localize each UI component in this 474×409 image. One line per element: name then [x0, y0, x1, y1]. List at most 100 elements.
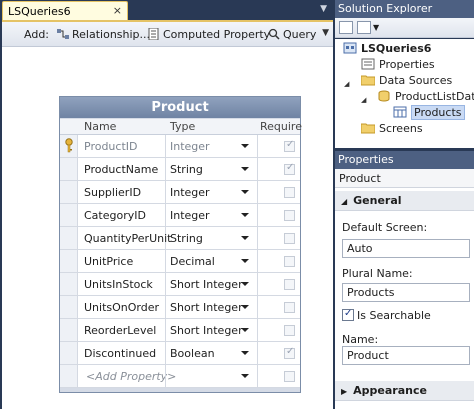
add-property-row[interactable]: <Add Property> — [60, 365, 300, 388]
required-checkbox[interactable] — [284, 302, 295, 313]
type-dropdown-icon[interactable] — [241, 236, 249, 240]
type-dropdown-icon[interactable] — [241, 305, 249, 309]
refresh-icon[interactable] — [357, 21, 371, 34]
general-group-header[interactable]: ◢ General — [335, 191, 474, 211]
property-name[interactable]: SupplierID — [84, 186, 141, 199]
property-row[interactable]: UnitsInStock Short Integer — [60, 273, 300, 296]
entity-product[interactable]: Product Name Type Require ProductID Integ… — [59, 96, 302, 393]
property-type[interactable]: Short Integer — [170, 301, 243, 314]
property-row[interactable]: CategoryID Integer — [60, 204, 300, 227]
computed-property-icon — [148, 28, 159, 40]
property-row[interactable]: ReorderLevel Short Integer — [60, 319, 300, 342]
property-row[interactable]: ProductID Integer — [60, 135, 300, 158]
type-dropdown-icon[interactable] — [241, 282, 249, 286]
required-checkbox[interactable] — [284, 210, 295, 221]
is-searchable-checkbox[interactable] — [342, 308, 354, 321]
property-row[interactable]: ProductName String — [60, 158, 300, 181]
type-dropdown-icon[interactable] — [241, 167, 249, 171]
type-dropdown-icon[interactable] — [241, 259, 249, 263]
property-name[interactable]: CategoryID — [84, 209, 146, 222]
add-property-placeholder[interactable]: <Add Property> — [86, 370, 176, 383]
collapse-datasource-icon[interactable]: ◢ — [361, 96, 366, 104]
property-name[interactable]: UnitsOnOrder — [84, 301, 159, 314]
relationship-label: Relationship... — [72, 28, 151, 41]
designer-document: Add: Relationship... Computed Property Q… — [2, 20, 333, 409]
appearance-group-header[interactable]: ▶ Appearance — [335, 381, 474, 401]
toolbar-dropdown-icon[interactable]: ▼ — [373, 23, 379, 32]
row-selector[interactable] — [60, 319, 78, 341]
property-type[interactable]: Decimal — [170, 255, 215, 268]
required-checkbox[interactable] — [284, 233, 295, 244]
add-query-button[interactable]: Query — [268, 27, 316, 43]
property-type[interactable]: Integer — [170, 209, 210, 222]
property-type[interactable]: String — [170, 232, 203, 245]
add-relationship-button[interactable]: Relationship... — [57, 27, 150, 43]
row-selector[interactable] — [60, 227, 78, 249]
tree-label-screens: Screens — [379, 122, 423, 135]
property-name[interactable]: Discontinued — [84, 347, 156, 360]
property-type[interactable]: Integer — [170, 140, 210, 153]
default-screen-label: Default Screen: — [342, 221, 428, 234]
tree-node-data-sources[interactable]: Data Sources — [361, 73, 452, 89]
property-row[interactable]: UnitsOnOrder Short Integer — [60, 296, 300, 319]
type-dropdown-icon[interactable] — [241, 328, 249, 332]
type-dropdown-icon[interactable] — [241, 213, 249, 217]
required-checkbox[interactable] — [284, 371, 295, 382]
collapse-data-sources-icon[interactable]: ◢ — [344, 80, 349, 88]
tree-node-properties[interactable]: Properties — [361, 57, 435, 73]
property-type[interactable]: Integer — [170, 186, 210, 199]
tree-node-product-list-data[interactable]: ProductListData — [377, 89, 474, 105]
required-checkbox[interactable] — [284, 325, 295, 336]
row-selector[interactable] — [60, 204, 78, 226]
required-checkbox[interactable] — [284, 256, 295, 267]
required-checkbox[interactable] — [284, 346, 295, 359]
property-name[interactable]: QuantityPerUnit — [84, 232, 171, 245]
database-icon — [378, 90, 390, 102]
property-type[interactable]: Short Integer — [170, 278, 243, 291]
required-checkbox[interactable] — [284, 162, 295, 175]
row-selector[interactable] — [60, 135, 78, 157]
close-tab-icon[interactable]: × — [113, 4, 122, 17]
property-type[interactable]: Boolean — [170, 347, 215, 360]
row-selector[interactable] — [60, 158, 78, 180]
property-name[interactable]: UnitsInStock — [84, 278, 153, 291]
properties-icon[interactable] — [339, 21, 353, 34]
row-selector[interactable] — [60, 181, 78, 203]
tabs-dropdown-icon[interactable]: ▼ — [320, 4, 327, 14]
column-divider — [257, 365, 258, 387]
required-checkbox[interactable] — [284, 139, 295, 152]
plural-name-field[interactable]: Products — [342, 283, 470, 302]
relationship-icon — [57, 29, 69, 39]
name-field[interactable]: Product — [342, 346, 470, 365]
property-row[interactable]: UnitPrice Decimal — [60, 250, 300, 273]
property-name[interactable]: ReorderLevel — [84, 324, 156, 337]
property-name[interactable]: UnitPrice — [84, 255, 133, 268]
row-selector[interactable] — [60, 250, 78, 272]
property-rows: ProductID Integer ProductName String Supplie… — [60, 135, 300, 388]
default-screen-field[interactable]: Auto — [342, 239, 470, 258]
required-checkbox[interactable] — [284, 187, 295, 198]
tree-node-project[interactable]: LSQueries6 — [343, 41, 431, 57]
property-name[interactable]: ProductID — [84, 140, 137, 153]
required-checkbox[interactable] — [284, 279, 295, 290]
row-selector[interactable] — [60, 342, 78, 364]
tree-node-products[interactable]: Products — [393, 105, 465, 121]
row-selector[interactable] — [60, 296, 78, 318]
row-selector[interactable] — [60, 273, 78, 295]
entity-title: Product — [60, 97, 300, 118]
type-dropdown-icon[interactable] — [241, 351, 249, 355]
add-computed-property-button[interactable]: Computed Property — [148, 27, 270, 43]
document-tab-designer[interactable]: LSQueries6 Designer* × — [2, 1, 128, 31]
property-row[interactable]: SupplierID Integer — [60, 181, 300, 204]
property-name[interactable]: ProductName — [84, 163, 158, 176]
column-divider — [165, 204, 166, 226]
property-type[interactable]: Short Integer — [170, 324, 243, 337]
type-dropdown-icon[interactable] — [241, 190, 249, 194]
property-row[interactable]: QuantityPerUnit String — [60, 227, 300, 250]
type-dropdown-icon[interactable] — [241, 374, 249, 378]
tree-node-screens[interactable]: Screens — [361, 121, 423, 137]
property-type[interactable]: String — [170, 163, 203, 176]
type-dropdown-icon[interactable] — [241, 144, 249, 148]
toolbar-overflow-icon[interactable]: ▼ — [322, 28, 329, 38]
property-row[interactable]: Discontinued Boolean — [60, 342, 300, 365]
